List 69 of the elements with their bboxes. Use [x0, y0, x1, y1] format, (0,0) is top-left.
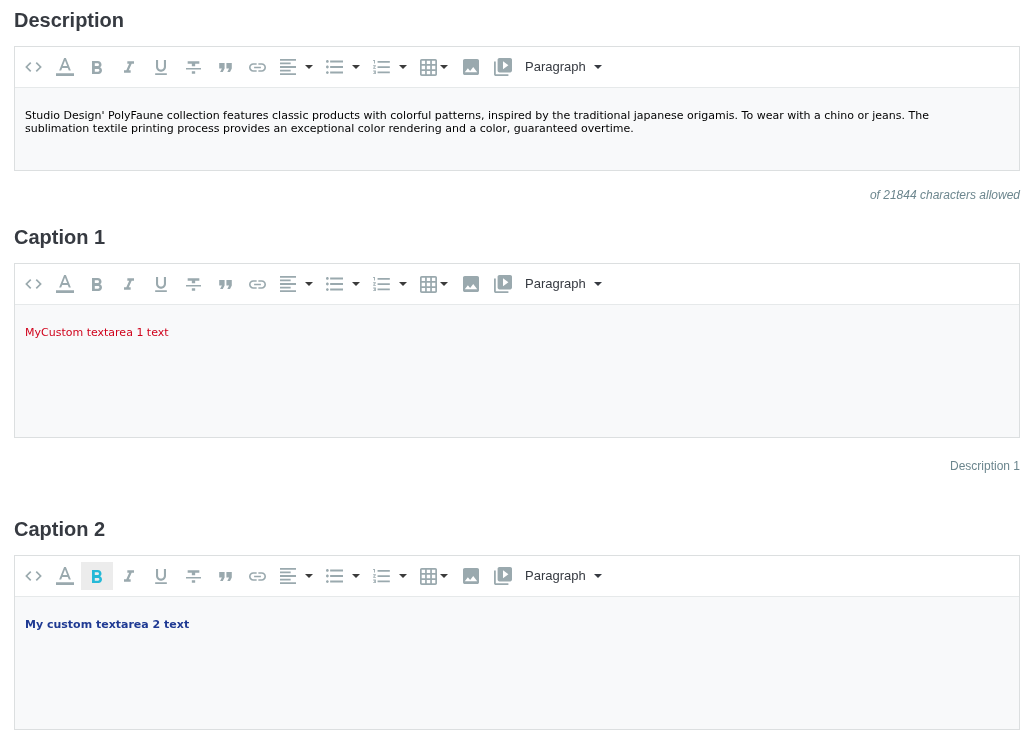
- table-grid-icon: [420, 275, 437, 293]
- strikethrough-icon: [185, 569, 201, 583]
- caret-icon: [399, 574, 407, 578]
- caret-icon: [440, 574, 448, 578]
- caret-icon: [440, 65, 448, 69]
- underline-icon: [155, 568, 167, 584]
- bullet-list-icon: [326, 569, 343, 583]
- italic-icon: [124, 570, 134, 582]
- link-icon: [248, 571, 266, 581]
- image-icon: [463, 568, 479, 584]
- text-editor-field[interactable]: MyCustom textarea 1 text: [15, 305, 1019, 437]
- video-library-icon: [494, 567, 512, 585]
- numbered-list-icon: [373, 277, 390, 291]
- table-grid-icon: [420, 58, 437, 76]
- table-grid-icon: [420, 567, 437, 585]
- code-icon: [24, 279, 42, 289]
- align-left-icon: [280, 59, 296, 75]
- caret-icon: [305, 574, 313, 578]
- caret-icon: [399, 65, 407, 69]
- video-library-icon: [494, 58, 512, 76]
- bold-icon: [92, 277, 102, 291]
- text-editor-field[interactable]: Studio Design' PolyFaune collection features classic products with colorful patterns, inspired by the traditional japanese origamis. To wear with a chino or jeans. The sublimation textile printing process provides an exceptional color rendering and a color, guaranteed overtime.: [15, 88, 1019, 170]
- underline-icon: [155, 276, 167, 292]
- strikethrough-icon: [185, 60, 201, 74]
- bullet-list-icon: [326, 277, 343, 291]
- quote-icon: [218, 279, 232, 289]
- text-color-icon: [56, 567, 74, 585]
- section-heading: Caption 1: [14, 225, 106, 249]
- caret-icon: [352, 282, 360, 286]
- numbered-list-icon: [373, 569, 390, 583]
- format-dropdown[interactable]: Paragraph: [525, 270, 602, 298]
- text-editor-field[interactable]: My custom textarea 2 text: [15, 597, 1019, 729]
- caret-icon: [593, 282, 602, 286]
- image-icon: [463, 276, 479, 292]
- quote-icon: [218, 571, 232, 581]
- caret-icon: [399, 282, 407, 286]
- format-dropdown[interactable]: Paragraph: [525, 562, 602, 590]
- caret-icon: [305, 282, 313, 286]
- caret-icon: [440, 282, 448, 286]
- underline-icon: [155, 59, 167, 75]
- link-icon: [248, 62, 266, 72]
- caret-icon: [352, 574, 360, 578]
- code-icon: [24, 571, 42, 581]
- caret-icon: [305, 65, 313, 69]
- align-left-icon: [280, 276, 296, 292]
- text-color-icon: [56, 58, 74, 76]
- video-library-icon: [494, 275, 512, 293]
- italic-icon: [124, 61, 134, 73]
- field-hint: Description 1: [949, 458, 1020, 474]
- section-heading: Caption 2: [14, 517, 106, 541]
- link-icon: [248, 279, 266, 289]
- format-dropdown[interactable]: Paragraph: [525, 53, 602, 81]
- image-icon: [463, 59, 479, 75]
- caret-icon: [593, 65, 602, 69]
- caret-icon: [593, 574, 602, 578]
- bold-icon: [92, 569, 102, 583]
- italic-icon: [124, 278, 134, 290]
- section-heading: Description: [14, 8, 125, 32]
- character-count: of 21844 characters allowed: [869, 187, 1020, 203]
- align-left-icon: [280, 568, 296, 584]
- quote-icon: [218, 62, 232, 72]
- bold-icon: [92, 60, 102, 74]
- numbered-list-icon: [373, 60, 390, 74]
- bold-button[interactable]: [81, 562, 113, 590]
- strikethrough-icon: [185, 277, 201, 291]
- code-icon: [24, 62, 42, 72]
- bullet-list-icon: [326, 60, 343, 74]
- caret-icon: [352, 65, 360, 69]
- text-color-icon: [56, 275, 74, 293]
